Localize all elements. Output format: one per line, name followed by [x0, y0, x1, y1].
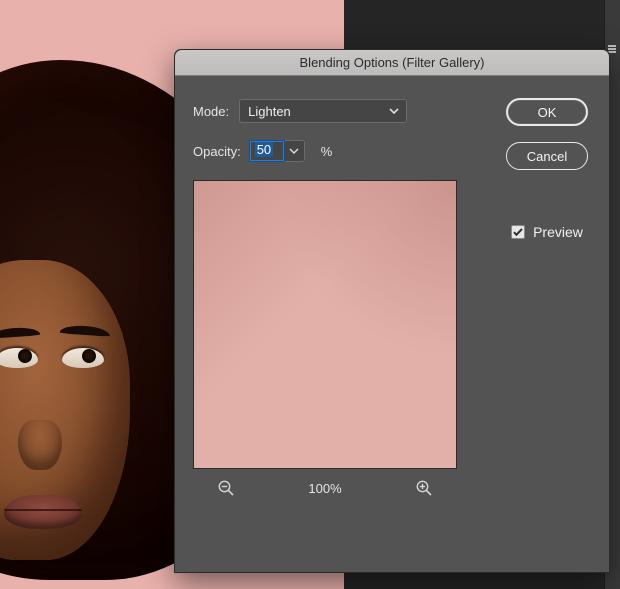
zoom-level: 100%: [308, 481, 341, 496]
preview-label: Preview: [533, 224, 583, 240]
app-viewport: Blending Options (Filter Gallery) Mode: …: [0, 0, 620, 589]
cancel-label: Cancel: [527, 149, 567, 164]
dialog-titlebar[interactable]: Blending Options (Filter Gallery): [175, 50, 609, 76]
chevron-down-icon: [388, 105, 400, 117]
zoom-out-button[interactable]: [215, 477, 237, 499]
effect-preview[interactable]: [193, 180, 457, 469]
zoom-out-icon: [217, 479, 235, 497]
zoom-in-button[interactable]: [413, 477, 435, 499]
zoom-in-icon: [415, 479, 433, 497]
opacity-unit: %: [321, 144, 333, 159]
opacity-stepper[interactable]: [285, 140, 305, 162]
photo-nose: [18, 420, 62, 470]
photo-lips: [4, 495, 82, 529]
mode-label: Mode:: [193, 104, 229, 119]
mode-value: Lighten: [248, 104, 291, 119]
ok-label: OK: [538, 105, 557, 120]
blending-options-dialog: Blending Options (Filter Gallery) Mode: …: [174, 49, 610, 573]
opacity-input[interactable]: 50: [249, 140, 285, 162]
checkbox-checked-icon: [511, 225, 525, 239]
dialog-title: Blending Options (Filter Gallery): [300, 55, 485, 70]
photo-eye: [62, 348, 104, 368]
photo-eye: [0, 348, 38, 368]
ok-button[interactable]: OK: [506, 98, 588, 126]
chevron-down-icon: [289, 146, 299, 156]
opacity-label: Opacity:: [193, 144, 241, 159]
mode-select[interactable]: Lighten: [239, 99, 407, 123]
cancel-button[interactable]: Cancel: [506, 142, 588, 170]
opacity-value: 50: [255, 142, 273, 157]
preview-toggle[interactable]: Preview: [511, 224, 583, 240]
